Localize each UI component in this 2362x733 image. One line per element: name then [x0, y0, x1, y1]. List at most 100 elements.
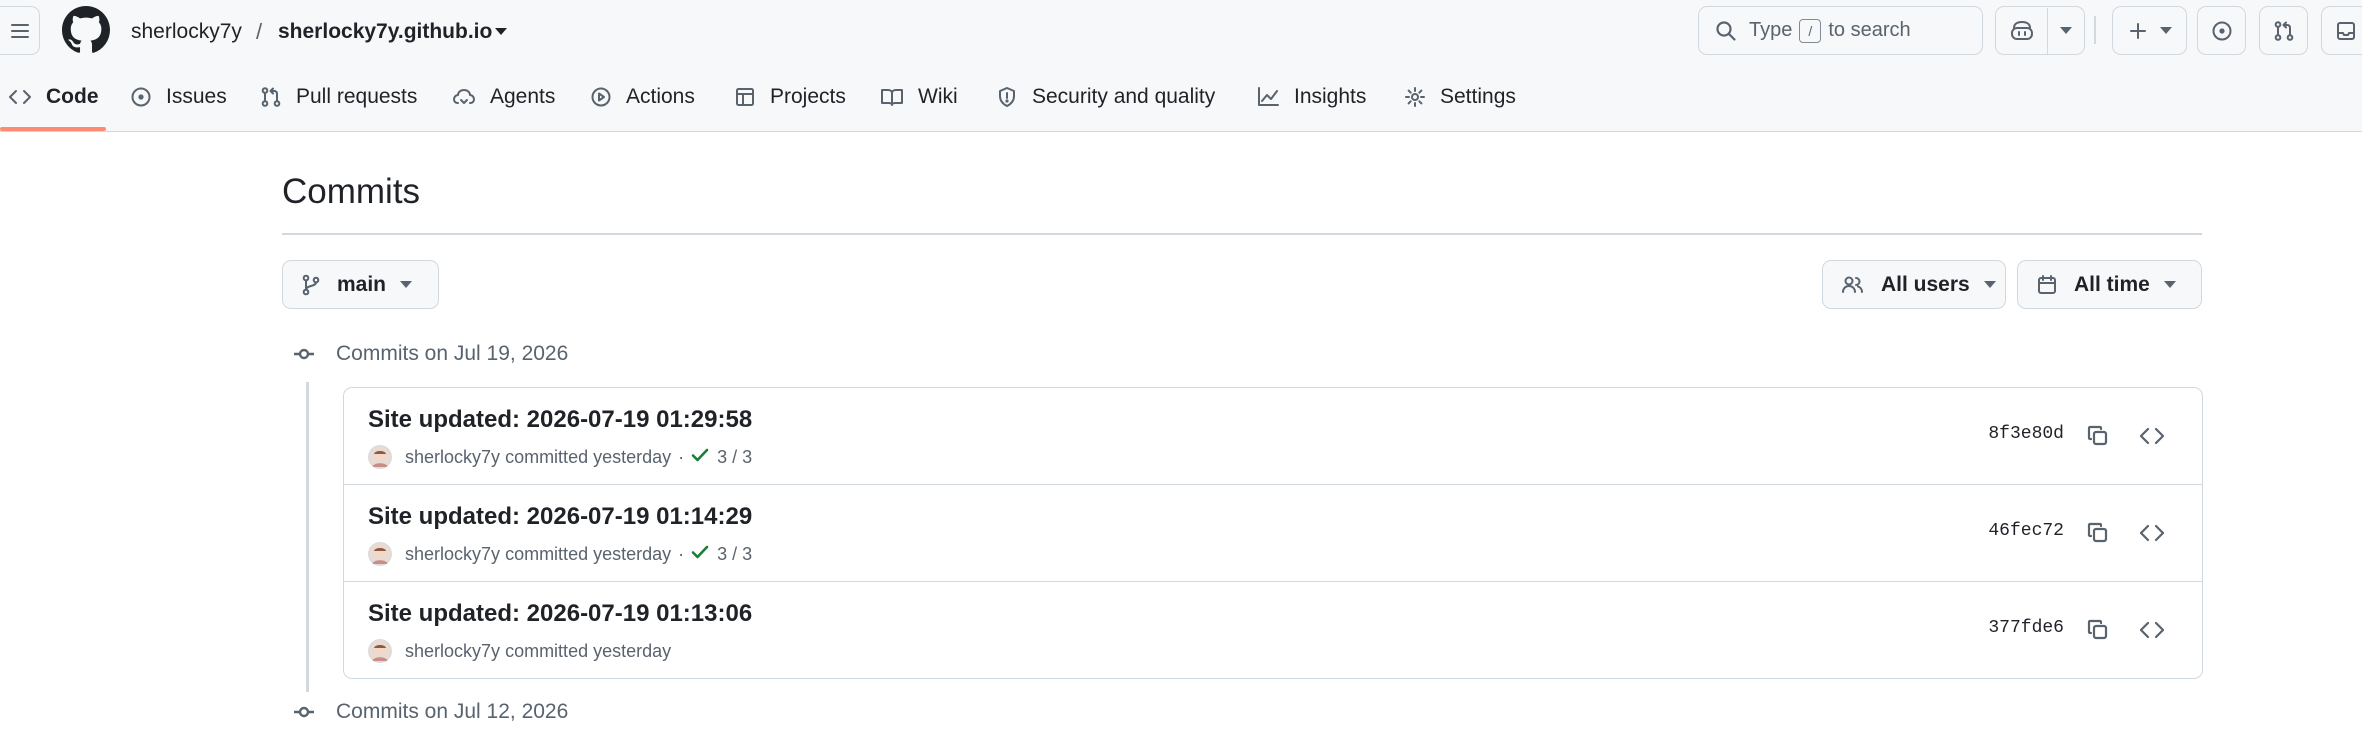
tab-agents[interactable]: Agents [452, 76, 555, 118]
tab-settings[interactable]: Settings [1404, 76, 1516, 118]
tab-actions[interactable]: Actions [590, 76, 695, 118]
code-icon [2139, 524, 2165, 542]
commit-author[interactable]: sherlocky7y [405, 544, 500, 565]
avatar[interactable] [368, 639, 392, 663]
copy-sha-button[interactable] [2082, 614, 2114, 646]
pull-request-icon [261, 87, 281, 107]
github-logo-icon[interactable] [62, 6, 110, 54]
tab-security[interactable]: Security and quality [996, 76, 1215, 118]
tab-wiki[interactable]: Wiki [880, 76, 958, 118]
commit-author[interactable]: sherlocky7y [405, 447, 500, 468]
graph-icon [1258, 87, 1279, 106]
hamburger-icon [10, 23, 29, 38]
meta-separator: · [678, 543, 685, 564]
avatar[interactable] [368, 542, 392, 566]
issue-icon [2212, 21, 2231, 40]
branch-chevron-icon [400, 281, 413, 288]
create-new-button[interactable] [2112, 6, 2187, 55]
commit-sha[interactable]: 8f3e80d [1988, 424, 2064, 444]
pull-request-icon [2274, 20, 2293, 41]
checks-count: 3 / 3 [717, 543, 753, 564]
commit-title[interactable]: Site updated: 2026-07-19 01:14:29 [368, 503, 752, 531]
search-placeholder-suffix: to search [1828, 19, 1911, 41]
commit-sha[interactable]: 46fec72 [1988, 521, 2064, 541]
tab-wiki-label: Wiki [918, 85, 958, 108]
git-commit-icon [293, 700, 315, 724]
copilot-chevron-icon [2060, 27, 2072, 34]
commit-group-heading: Commits on Jul 12, 2026 [293, 700, 568, 724]
commit-meta: sherlocky7y committed yesterday · 3 / 3 [368, 541, 752, 567]
meta-separator: · [678, 446, 685, 467]
copy-sha-button[interactable] [2082, 517, 2114, 549]
pull-requests-button[interactable] [2259, 6, 2308, 55]
breadcrumb-owner[interactable]: sherlocky7y [131, 16, 242, 48]
book-icon [881, 89, 903, 106]
app-header: sherlocky7y / sherlocky7y.github.io Type… [0, 0, 2362, 132]
search-placeholder-prefix: Type [1749, 19, 1793, 41]
git-branch-icon [302, 274, 320, 295]
copy-icon [2087, 425, 2108, 446]
commit-row[interactable]: Site updated: 2026-07-19 01:13:06 sherlo… [344, 582, 2202, 678]
tab-insights[interactable]: Insights [1256, 76, 1366, 118]
agents-icon [453, 89, 475, 104]
avatar[interactable] [368, 445, 392, 469]
issues-button[interactable] [2197, 6, 2246, 55]
commit-sha[interactable]: 377fde6 [1988, 618, 2064, 638]
commit-action: committed [505, 640, 589, 661]
commit-row[interactable]: Site updated: 2026-07-19 01:29:58 sherlo… [344, 388, 2202, 485]
page-title: Commits [282, 172, 421, 211]
commit-author[interactable]: sherlocky7y [405, 641, 500, 662]
commit-meta: sherlocky7y committed yesterday [368, 638, 671, 664]
tab-security-label: Security and quality [1032, 85, 1216, 108]
time-filter-chevron-icon [2163, 281, 2176, 288]
browse-files-button[interactable] [2136, 614, 2168, 646]
issue-icon [131, 87, 151, 107]
tab-code[interactable]: Code [8, 76, 99, 118]
menu-button[interactable] [0, 6, 40, 55]
browse-files-button[interactable] [2136, 517, 2168, 549]
status-checks[interactable]: 3 / 3 [691, 544, 752, 565]
commit-group-heading: Commits on Jul 19, 2026 [293, 342, 568, 366]
copy-sha-button[interactable] [2082, 420, 2114, 452]
header-divider [2094, 16, 2096, 44]
status-checks[interactable]: 3 / 3 [691, 447, 752, 468]
commit-group-date: Commits on Jul 12, 2026 [336, 700, 569, 723]
browse-files-button[interactable] [2136, 420, 2168, 452]
search-shortcut-key: / [1799, 18, 1822, 43]
search-input[interactable]: Type / to search [1698, 6, 1983, 55]
code-icon [2139, 621, 2165, 639]
copy-icon [2087, 522, 2108, 543]
commit-row[interactable]: Site updated: 2026-07-19 01:14:29 sherlo… [344, 485, 2202, 582]
tab-projects[interactable]: Projects [734, 76, 846, 118]
create-chevron-icon [2159, 27, 2172, 34]
active-tab-underline [0, 127, 106, 131]
tab-issues-label: Issues [166, 85, 227, 108]
breadcrumb-repo[interactable]: sherlocky7y.github.io [278, 16, 492, 48]
inbox-icon [2336, 21, 2355, 40]
tab-pull-requests[interactable]: Pull requests [260, 76, 417, 118]
plus-icon [2129, 22, 2146, 39]
commit-time: yesterday [593, 543, 672, 564]
calendar-icon [2038, 274, 2056, 294]
check-icon [691, 545, 709, 558]
code-icon [9, 90, 31, 104]
table-icon [736, 88, 754, 106]
inbox-button[interactable] [2321, 6, 2362, 55]
time-filter-button[interactable]: All time [2017, 260, 2202, 309]
users-filter-label: All users [1881, 272, 1970, 296]
repo-switcher-chevron-icon[interactable] [490, 20, 512, 42]
copilot-button[interactable] [1995, 6, 2085, 55]
code-icon [2139, 427, 2165, 445]
commit-action: committed [505, 543, 589, 564]
tab-issues[interactable]: Issues [130, 76, 227, 118]
commit-title[interactable]: Site updated: 2026-07-19 01:13:06 [368, 600, 752, 628]
users-filter-button[interactable]: All users [1822, 260, 2006, 309]
gear-icon [1405, 87, 1425, 107]
timeline-line [306, 382, 309, 692]
branch-selector-button[interactable]: main [282, 260, 439, 309]
users-filter-chevron-icon [1983, 281, 1996, 288]
play-icon [591, 87, 611, 107]
commit-title[interactable]: Site updated: 2026-07-19 01:29:58 [368, 406, 752, 434]
commit-meta: sherlocky7y committed yesterday · 3 / 3 [368, 444, 752, 470]
git-commit-icon [293, 342, 315, 366]
